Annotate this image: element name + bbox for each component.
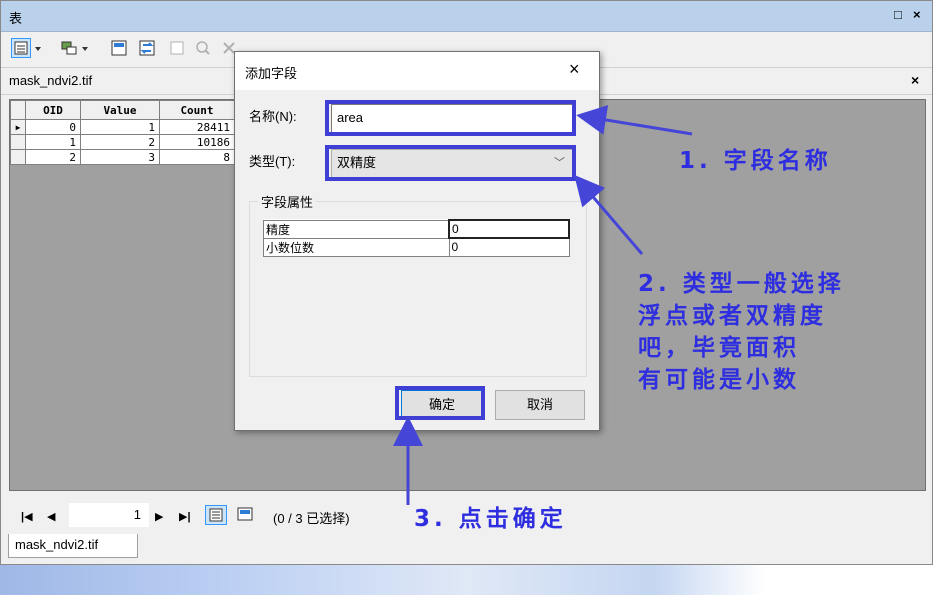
row-selector[interactable] — [10, 149, 26, 165]
close-window-button[interactable]: × — [913, 7, 921, 22]
table-row[interactable]: 2 3 8 — [10, 149, 235, 165]
row-selector-header[interactable] — [10, 100, 26, 120]
cell-value[interactable]: 1 — [80, 119, 160, 135]
cell-oid[interactable]: 0 — [25, 119, 81, 135]
zoom-to-selected-icon[interactable] — [193, 38, 213, 58]
first-record-button[interactable]: |◀ — [21, 510, 33, 523]
table-options-icon[interactable] — [11, 38, 31, 58]
property-key: 小数位数 — [263, 237, 450, 257]
property-row[interactable]: 小数位数 0 — [263, 237, 570, 257]
cell-value[interactable]: 3 — [80, 149, 160, 165]
related-tables-icon[interactable] — [59, 38, 79, 58]
highlight-name-field — [325, 100, 576, 136]
cancel-button[interactable]: 取消 — [495, 390, 585, 420]
last-record-button[interactable]: ▶| — [179, 510, 191, 523]
annotation-step2: 2. 类型一般选择 浮点或者双精度 吧，毕竟面积 有可能是小数 — [638, 268, 845, 396]
property-key: 精度 — [263, 219, 450, 239]
annotation-step2-line: 2. 类型一般选择 — [638, 271, 845, 297]
type-label: 类型(T): — [249, 154, 296, 169]
cell-oid[interactable]: 2 — [25, 149, 81, 165]
cell-count[interactable]: 8 — [159, 149, 235, 165]
show-all-records-icon[interactable] — [205, 505, 227, 525]
switch-selection-icon[interactable] — [137, 38, 157, 58]
table-tab-label: mask_ndvi2.tif — [9, 73, 93, 88]
field-properties-label: 字段属性 — [258, 192, 317, 211]
cell-oid[interactable]: 1 — [25, 134, 81, 150]
cell-count[interactable]: 28411 — [159, 119, 235, 135]
attribute-table: OID Value Count ▶ 0 1 28411 1 2 10186 2 … — [10, 100, 235, 165]
annotation-step1: 1. 字段名称 — [679, 148, 832, 174]
current-row-icon[interactable]: ▶ — [10, 119, 26, 135]
annotation-step3: 3. 点击确定 — [414, 506, 567, 532]
show-selected-records-icon[interactable] — [235, 505, 255, 525]
selection-count: (0 / 3 已选择) — [273, 511, 350, 526]
column-header-count[interactable]: Count — [159, 100, 235, 120]
bottom-table-tab[interactable]: mask_ndvi2.tif — [8, 534, 138, 558]
table-row[interactable]: ▶ 0 1 28411 — [10, 119, 235, 135]
annotation-step2-line: 浮点或者双精度 — [638, 303, 827, 329]
related-tables-dropdown-icon[interactable] — [79, 38, 91, 58]
property-value[interactable]: 0 — [448, 219, 570, 239]
cell-count[interactable]: 10186 — [159, 134, 235, 150]
map-background — [0, 565, 933, 595]
table-header-row: OID Value Count — [10, 100, 235, 120]
cell-value[interactable]: 2 — [80, 134, 160, 150]
record-number-input[interactable]: 1 — [69, 503, 149, 527]
annotation-step2-line: 吧，毕竟面积 — [638, 335, 800, 361]
window-title: 表 — [9, 11, 23, 26]
clear-selection-icon[interactable] — [167, 38, 187, 58]
highlight-type-field — [325, 145, 576, 181]
column-header-value[interactable]: Value — [80, 100, 160, 120]
dialog-titlebar[interactable]: 添加字段 × — [235, 52, 599, 90]
next-record-button[interactable]: ▶ — [155, 510, 163, 523]
table-row[interactable]: 1 2 10186 — [10, 134, 235, 150]
annotation-step2-line: 有可能是小数 — [638, 367, 800, 393]
column-header-oid[interactable]: OID — [25, 100, 81, 120]
maximize-button[interactable]: □ — [894, 7, 902, 22]
window-titlebar[interactable]: 表 □ × — [1, 1, 932, 32]
dialog-title: 添加字段 — [245, 66, 298, 81]
prev-record-button[interactable]: ◀ — [47, 510, 55, 523]
close-tab-button[interactable]: × — [911, 72, 919, 88]
dialog-close-button[interactable]: × — [569, 59, 580, 80]
property-value[interactable]: 0 — [448, 237, 570, 257]
field-properties-table: 精度 0 小数位数 0 — [263, 219, 570, 257]
property-row[interactable]: 精度 0 — [263, 219, 570, 239]
table-options-dropdown-icon[interactable] — [32, 38, 44, 58]
highlight-ok-button — [395, 386, 485, 420]
row-selector[interactable] — [10, 134, 26, 150]
name-label: 名称(N): — [249, 109, 297, 124]
select-by-attributes-icon[interactable] — [109, 38, 129, 58]
